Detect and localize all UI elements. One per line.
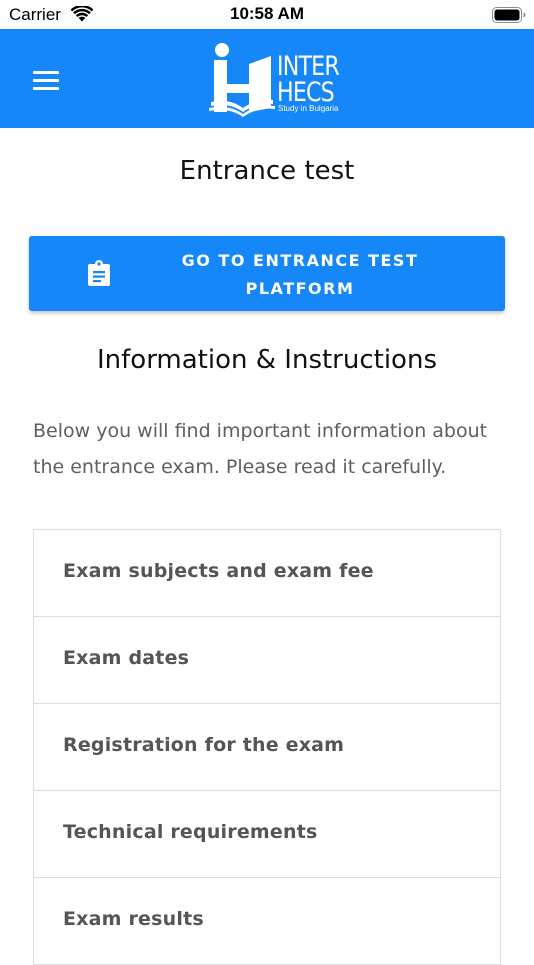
go-to-entrance-test-platform-button[interactable]: GO TO ENTRANCE TEST PLATFORM xyxy=(29,236,505,311)
accordion-item-label: Registration for the exam xyxy=(63,734,345,756)
accordion-item-registration[interactable]: Registration for the exam xyxy=(34,704,500,791)
logo-text-hecs: HECS xyxy=(277,77,335,108)
accordion-item-exam-dates[interactable]: Exam dates xyxy=(34,617,500,704)
status-time: 10:58 AM xyxy=(229,4,304,23)
interhecs-logo: INTER HECS Study in Bulgaria xyxy=(209,42,341,117)
accordion-item-label: Exam dates xyxy=(63,647,190,669)
accordion-item-exam-subjects[interactable]: Exam subjects and exam fee xyxy=(34,530,500,617)
page-title: Entrance test xyxy=(179,156,355,186)
accordion-item-exam-results[interactable]: Exam results xyxy=(34,878,500,965)
section-heading: Information & Instructions xyxy=(96,345,437,375)
cta-button-label: GO TO ENTRANCE TEST PLATFORM xyxy=(181,251,419,298)
status-bar: Carrier 10:58 AM xyxy=(0,0,534,29)
logo-mark-icon xyxy=(209,43,275,117)
battery-icon xyxy=(492,7,526,23)
accordion-item-label: Technical requirements xyxy=(63,821,318,843)
clipboard-icon xyxy=(88,260,110,286)
info-accordion: Exam subjects and exam fee Exam dates Re… xyxy=(33,529,501,965)
logo-tagline: Study in Bulgaria xyxy=(278,104,339,113)
accordion-item-technical-requirements[interactable]: Technical requirements xyxy=(34,791,500,878)
logo-text-inter: INTER xyxy=(277,51,340,82)
accordion-item-label: Exam subjects and exam fee xyxy=(63,560,374,582)
intro-paragraph: Below you will find important informatio… xyxy=(33,420,488,478)
accordion-item-label: Exam results xyxy=(63,908,204,930)
app-header: INTER HECS Study in Bulgaria xyxy=(0,29,534,128)
hamburger-menu-icon[interactable] xyxy=(33,71,59,91)
